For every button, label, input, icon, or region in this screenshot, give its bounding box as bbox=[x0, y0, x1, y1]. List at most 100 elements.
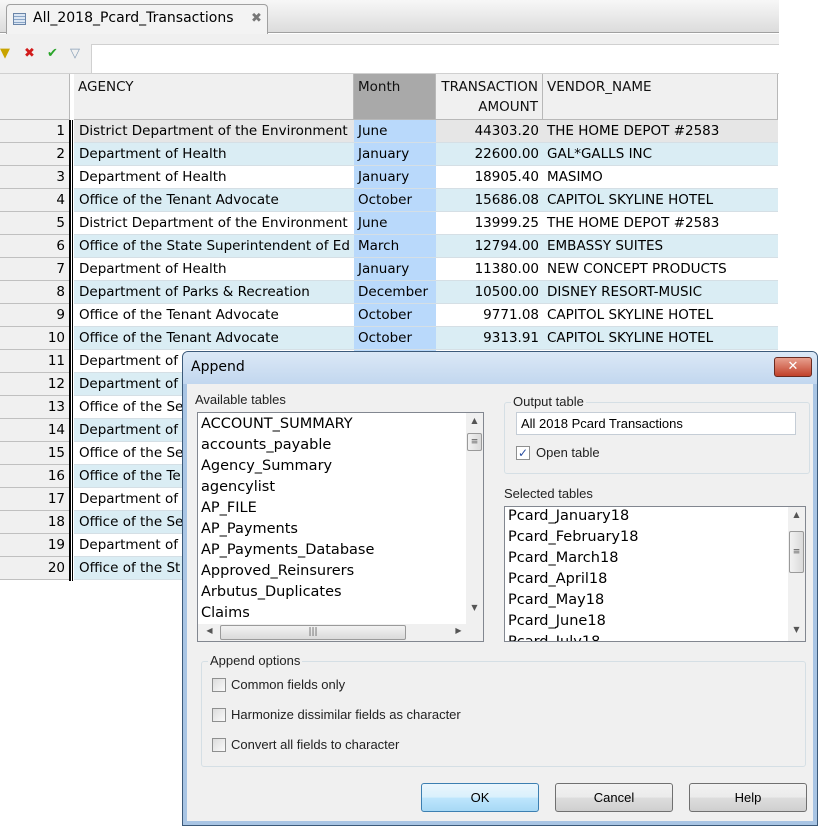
harmonize-fields-checkbox[interactable] bbox=[212, 708, 226, 722]
table-row[interactable]: 7 Department of Health January 11380.00 NEW … bbox=[0, 258, 779, 281]
common-fields-only-checkbox[interactable] bbox=[212, 678, 226, 692]
table-row[interactable]: 2 Department of Health January 22600.00 GAL*… bbox=[0, 143, 779, 166]
cell-agency[interactable]: District Department of the Environment bbox=[74, 120, 354, 143]
selected-vertical-scrollbar[interactable]: ▲ ≡ ▼ bbox=[788, 507, 805, 641]
dialog-titlebar[interactable]: Append ✕ bbox=[183, 352, 817, 384]
row-number[interactable]: 15 bbox=[0, 442, 70, 465]
table-row[interactable]: 9 Office of the Tenant Advocate October 977… bbox=[0, 304, 779, 327]
convert-all-fields-checkbox[interactable] bbox=[212, 738, 226, 752]
cell-month[interactable]: January bbox=[354, 166, 436, 189]
ok-button[interactable]: OK bbox=[421, 783, 539, 812]
cell-amount[interactable]: 11380.00 bbox=[436, 258, 543, 281]
horizontal-scroll-thumb[interactable]: ||| bbox=[220, 625, 406, 640]
cell-month[interactable]: June bbox=[354, 212, 436, 235]
cell-month[interactable]: January bbox=[354, 143, 436, 166]
scroll-right-arrow-icon[interactable]: ▶ bbox=[450, 626, 467, 635]
cell-amount[interactable]: 10500.00 bbox=[436, 281, 543, 304]
row-number[interactable]: 12 bbox=[0, 373, 70, 396]
row-number[interactable]: 17 bbox=[0, 488, 70, 511]
cell-vendor[interactable]: CAPITOL SKYLINE HOTEL bbox=[543, 304, 778, 327]
filter-icon[interactable]: ▽ bbox=[70, 46, 80, 61]
row-number[interactable]: 2 bbox=[0, 143, 70, 166]
table-row[interactable]: 1 District Department of the Environment J… bbox=[0, 120, 779, 143]
row-number[interactable]: 5 bbox=[0, 212, 70, 235]
scroll-thumb[interactable]: ≡ bbox=[467, 433, 482, 451]
cell-amount[interactable]: 9771.08 bbox=[436, 304, 543, 327]
cell-amount[interactable]: 44303.20 bbox=[436, 120, 543, 143]
cell-agency[interactable]: Department of Health bbox=[74, 258, 354, 281]
cell-vendor[interactable]: GAL*GALLS INC bbox=[543, 143, 778, 166]
row-number[interactable]: 19 bbox=[0, 534, 70, 557]
scroll-up-arrow-icon[interactable]: ▲ bbox=[788, 510, 805, 519]
row-number[interactable]: 18 bbox=[0, 511, 70, 534]
cell-month[interactable]: March bbox=[354, 235, 436, 258]
row-number[interactable]: 4 bbox=[0, 189, 70, 212]
close-icon[interactable]: ✖ bbox=[251, 11, 262, 26]
row-number[interactable]: 9 bbox=[0, 304, 70, 327]
cell-vendor[interactable]: MASIMO bbox=[543, 166, 778, 189]
available-table-item[interactable]: Agency_Summary bbox=[201, 458, 332, 474]
available-tables-list[interactable]: ACCOUNT_SUMMARY accounts_payable Agency_Su… bbox=[197, 412, 484, 642]
cell-month[interactable]: December bbox=[354, 281, 436, 304]
available-vertical-scrollbar[interactable]: ▲ ≡ ▼ bbox=[466, 413, 483, 625]
row-number[interactable]: 11 bbox=[0, 350, 70, 373]
available-table-item[interactable]: agencylist bbox=[201, 479, 275, 495]
row-number[interactable]: 1 bbox=[0, 120, 70, 143]
filter-input[interactable] bbox=[91, 44, 779, 74]
scroll-down-arrow-icon[interactable]: ▼ bbox=[466, 603, 483, 612]
scroll-left-arrow-icon[interactable]: ◀ bbox=[201, 626, 218, 635]
available-table-item[interactable]: AP_FILE bbox=[201, 500, 257, 516]
available-table-item[interactable]: AP_Payments_Database bbox=[201, 542, 374, 558]
available-table-item[interactable]: Claims bbox=[201, 605, 250, 621]
scroll-down-arrow-icon[interactable]: ▼ bbox=[788, 625, 805, 634]
help-button[interactable]: Help bbox=[689, 783, 807, 812]
row-number[interactable]: 20 bbox=[0, 557, 70, 580]
row-number[interactable]: 14 bbox=[0, 419, 70, 442]
cell-amount[interactable]: 9313.91 bbox=[436, 327, 543, 350]
cell-month[interactable]: October bbox=[354, 189, 436, 212]
selected-table-item[interactable]: Pcard_February18 bbox=[508, 529, 638, 545]
cell-agency[interactable]: Office of the Tenant Advocate bbox=[74, 189, 354, 212]
cell-vendor[interactable]: DISNEY RESORT-MUSIC bbox=[543, 281, 778, 304]
open-table-checkbox[interactable]: ✓ bbox=[516, 446, 530, 460]
cell-agency[interactable]: Department of Parks & Recreation bbox=[74, 281, 354, 304]
table-row[interactable]: 6 Office of the State Superintendent of E… bbox=[0, 235, 779, 258]
table-row[interactable]: 10 Office of the Tenant Advocate October 93… bbox=[0, 327, 779, 350]
selected-table-item[interactable]: Pcard_June18 bbox=[508, 613, 606, 629]
cell-vendor[interactable]: THE HOME DEPOT #2583 bbox=[543, 212, 778, 235]
apply-filter-icon[interactable]: ✔ bbox=[47, 46, 58, 61]
output-table-input[interactable] bbox=[516, 412, 796, 435]
available-table-item[interactable]: Approved_Reinsurers bbox=[201, 563, 354, 579]
available-horizontal-scrollbar[interactable]: ◀ ||| ▶ bbox=[198, 624, 483, 641]
cell-vendor[interactable]: NEW CONCEPT PRODUCTS bbox=[543, 258, 778, 281]
cell-amount[interactable]: 15686.08 bbox=[436, 189, 543, 212]
cell-vendor[interactable]: CAPITOL SKYLINE HOTEL bbox=[543, 189, 778, 212]
cell-amount[interactable]: 13999.25 bbox=[436, 212, 543, 235]
selected-table-item[interactable]: Pcard_January18 bbox=[508, 508, 629, 524]
table-row[interactable]: 8 Department of Parks & Recreation Decembe… bbox=[0, 281, 779, 304]
row-number[interactable]: 13 bbox=[0, 396, 70, 419]
cell-agency[interactable]: Office of the Tenant Advocate bbox=[74, 327, 354, 350]
row-number[interactable]: 10 bbox=[0, 327, 70, 350]
table-row[interactable]: 5 District Department of the Environment J… bbox=[0, 212, 779, 235]
available-table-item[interactable]: AP_Payments bbox=[201, 521, 298, 537]
cell-month[interactable]: June bbox=[354, 120, 436, 143]
selected-table-item[interactable]: Pcard_July18 bbox=[508, 634, 600, 641]
table-row[interactable]: 4 Office of the Tenant Advocate October 156… bbox=[0, 189, 779, 212]
row-number[interactable]: 7 bbox=[0, 258, 70, 281]
dialog-close-button[interactable]: ✕ bbox=[774, 357, 812, 377]
row-number[interactable]: 8 bbox=[0, 281, 70, 304]
row-number[interactable]: 16 bbox=[0, 465, 70, 488]
scroll-up-arrow-icon[interactable]: ▲ bbox=[466, 416, 483, 425]
selected-table-item[interactable]: Pcard_May18 bbox=[508, 592, 604, 608]
table-row[interactable]: 3 Department of Health January 18905.40 MASI… bbox=[0, 166, 779, 189]
selected-tables-list[interactable]: Pcard_January18 Pcard_February18 Pcard_Mar… bbox=[504, 506, 806, 642]
available-table-item[interactable]: ACCOUNT_SUMMARY bbox=[201, 416, 353, 432]
cell-agency[interactable]: Department of Health bbox=[74, 166, 354, 189]
cell-agency[interactable]: District Department of the Environment bbox=[74, 212, 354, 235]
row-number[interactable]: 3 bbox=[0, 166, 70, 189]
cell-month[interactable]: October bbox=[354, 327, 436, 350]
row-number[interactable]: 6 bbox=[0, 235, 70, 258]
cancel-button[interactable]: Cancel bbox=[555, 783, 673, 812]
tab-all-2018-pcard-transactions[interactable]: All_2018_Pcard_Transactions ✖ bbox=[6, 4, 268, 34]
